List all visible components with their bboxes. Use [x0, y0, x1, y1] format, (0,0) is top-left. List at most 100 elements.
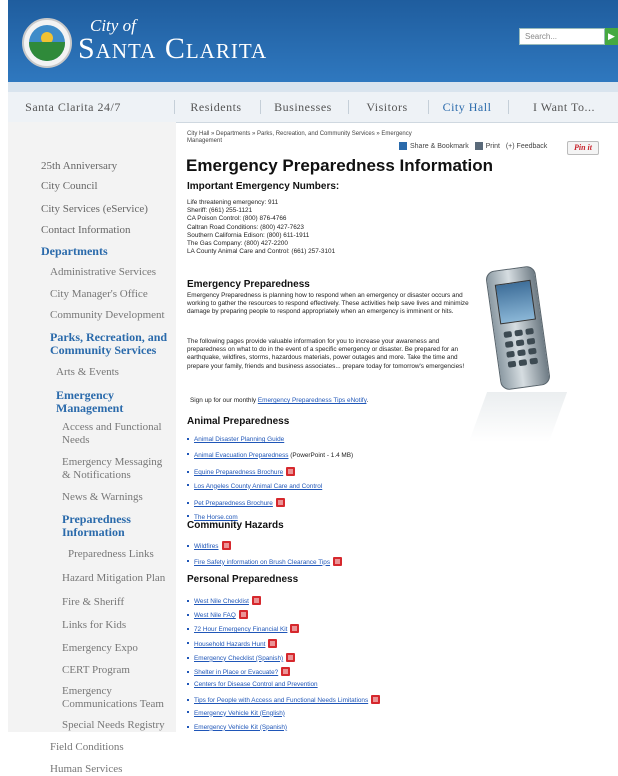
pdf-icon: [221, 541, 231, 550]
nav-i-want-to[interactable]: I Want To...: [510, 92, 618, 122]
search-go-button[interactable]: ▶: [605, 28, 618, 45]
sidebar-item-emergency-expo[interactable]: Emergency Expo: [62, 642, 138, 655]
personal-item: 72 Hour Emergency Financial Kit: [187, 624, 300, 634]
share-icon: [399, 142, 407, 150]
nav-city-hall[interactable]: City Hall: [430, 92, 504, 122]
sidebar-item-city-council[interactable]: City Council: [41, 180, 98, 193]
nav-businesses[interactable]: Businesses: [262, 92, 344, 122]
personal-link[interactable]: 72 Hour Emergency Financial Kit: [194, 626, 287, 633]
sidebar-item-administrative-services[interactable]: Administrative Services: [50, 266, 156, 279]
search-input[interactable]: Search...: [519, 28, 605, 45]
enotify-link[interactable]: Emergency Preparedness Tips eNotify: [258, 397, 367, 404]
animal-link[interactable]: Los Angeles County Animal Care and Contr…: [194, 483, 322, 490]
sidebar-item-hazard-mitigation-plan[interactable]: Hazard Mitigation Plan: [62, 572, 165, 585]
bullet-icon: [187, 683, 189, 685]
hazards-heading: Community Hazards: [187, 520, 284, 531]
animal-link[interactable]: Equine Preparedness Brochure: [194, 469, 283, 476]
signup-line: Sign up for our monthly Emergency Prepar…: [190, 397, 369, 404]
pdf-icon: [286, 652, 296, 662]
animal-link[interactable]: Pet Preparedness Brochure: [194, 500, 273, 507]
sidebar-item-fire-sheriff[interactable]: Fire & Sheriff: [62, 596, 124, 609]
animal-item: Equine Preparedness Brochure: [187, 467, 296, 476]
personal-link[interactable]: Shelter in Place or Evacuate?: [194, 669, 278, 676]
sidebar-item-emergency-messaging[interactable]: Emergency Messaging & Notifications: [62, 456, 172, 482]
personal-item: West Nile Checklist: [187, 596, 261, 605]
animal-item: Los Angeles County Animal Care and Contr…: [187, 483, 322, 490]
bullet-icon: [187, 437, 189, 440]
print-link[interactable]: Print: [486, 143, 500, 150]
pdf-icon: [333, 556, 343, 566]
sidebar-item-city-services[interactable]: City Services (eService): [41, 203, 148, 216]
sidebar-item-links-for-kids[interactable]: Links for Kids: [62, 619, 126, 632]
personal-link[interactable]: Centers for Disease Control and Preventi…: [194, 681, 318, 688]
sidebar-item-community-development[interactable]: Community Development: [50, 309, 165, 322]
pdf-icon: [290, 624, 300, 634]
personal-link[interactable]: Emergency Checklist (Spanish): [194, 655, 283, 662]
bullet-icon: [187, 515, 189, 518]
bullet-icon: [187, 711, 189, 714]
personal-link[interactable]: West Nile FAQ: [194, 612, 236, 619]
nav-visitors[interactable]: Visitors: [350, 92, 424, 122]
nav-santa-clarita-247[interactable]: Santa Clarita 24/7: [8, 92, 138, 122]
bullet-icon: [187, 656, 189, 659]
sidebar-item-emergency-management[interactable]: Emergency Management: [56, 389, 156, 415]
personal-item: Emergency Vehicle Kit (Spanish): [187, 724, 287, 731]
pinit-button[interactable]: Pin it: [567, 141, 599, 155]
personal-heading: Personal Preparedness: [187, 574, 299, 585]
sidebar-item-departments[interactable]: Departments: [41, 245, 108, 258]
sidebar-item-human-services[interactable]: Human Services: [50, 763, 122, 776]
prep-heading: Emergency Preparedness: [187, 279, 310, 290]
bullet-icon: [187, 560, 189, 563]
pdf-icon: [268, 638, 278, 648]
sidebar-item-preparedness-information[interactable]: Preparedness Information: [62, 513, 152, 539]
sidebar-item-contact-information[interactable]: Contact Information: [41, 224, 131, 237]
breadcrumb[interactable]: City Hall » Departments » Parks, Recreat…: [187, 131, 417, 145]
personal-link[interactable]: Emergency Vehicle Kit (English): [194, 710, 285, 717]
animal-link[interactable]: Animal Evacuation Preparedness: [194, 452, 289, 459]
pdf-icon: [281, 667, 291, 676]
pdf-icon: [286, 467, 296, 476]
bullet-icon: [187, 501, 189, 504]
bullet-icon: [187, 544, 189, 547]
sidebar-item-emergency-communications-team[interactable]: Emergency Communications Team: [62, 685, 170, 711]
sidebar-item-parks-recreation[interactable]: Parks, Recreation, and Community Service…: [50, 331, 170, 357]
feedback-link[interactable]: (+) Feedback: [506, 143, 547, 150]
bullet-icon: [187, 670, 189, 673]
sidebar-item-arts-events[interactable]: Arts & Events: [56, 366, 119, 379]
cell-phone-image: [484, 265, 552, 391]
city-seal-logo[interactable]: [22, 18, 72, 68]
prep-paragraph-2: The following pages provide valuable inf…: [187, 338, 465, 370]
bullet-icon: [187, 642, 189, 645]
animal-item: Animal Disaster Planning Guide: [187, 436, 284, 443]
sidebar-item-25th-anniversary[interactable]: 25th Anniversary: [41, 160, 117, 173]
hazard-link[interactable]: Fire Safety information on Brush Clearan…: [194, 559, 330, 566]
hazard-item: Fire Safety information on Brush Clearan…: [187, 556, 343, 566]
animal-note: (PowerPoint - 1.4 MB): [288, 451, 354, 459]
sidebar-item-news-warnings[interactable]: News & Warnings: [62, 491, 143, 504]
bullet-icon: [187, 614, 189, 616]
personal-link[interactable]: West Nile Checklist: [194, 598, 249, 605]
sidebar-item-preparedness-links[interactable]: Preparedness Links: [68, 548, 154, 561]
page-tools: Share & Bookmark Print (+) Feedback: [399, 142, 547, 150]
personal-item: Household Hazards Hunt: [187, 638, 278, 648]
sidebar-item-city-managers-office[interactable]: City Manager's Office: [50, 288, 148, 301]
sidebar-item-special-needs-registry[interactable]: Special Needs Registry: [62, 719, 165, 732]
animal-item: Pet Preparedness Brochure: [187, 498, 285, 507]
prep-paragraph-1: Emergency Preparedness is planning how t…: [187, 292, 469, 316]
hazard-link[interactable]: Wildfires: [194, 543, 219, 550]
sidebar-item-cert-program[interactable]: CERT Program: [62, 664, 130, 677]
personal-link[interactable]: Tips for People with Access and Function…: [194, 697, 368, 704]
pdf-icon: [371, 695, 381, 705]
logo-city-name[interactable]: Santa Clarita: [78, 32, 267, 66]
emergency-numbers: Life threatening emergency: 911 Sheriff:…: [187, 199, 336, 256]
main-nav: Santa Clarita 24/7 Residents Businesses …: [8, 92, 618, 123]
share-bookmark-link[interactable]: Share & Bookmark: [410, 143, 469, 150]
personal-link[interactable]: Emergency Vehicle Kit (Spanish): [194, 724, 287, 731]
sidebar-item-access-functional-needs[interactable]: Access and Functional Needs: [62, 421, 166, 447]
phone-reflection: [468, 392, 568, 442]
animal-link[interactable]: Animal Disaster Planning Guide: [194, 436, 284, 443]
personal-link[interactable]: Household Hazards Hunt: [194, 641, 265, 648]
nav-residents[interactable]: Residents: [176, 92, 256, 122]
bullet-icon: [187, 699, 189, 702]
sidebar-item-field-conditions[interactable]: Field Conditions: [50, 741, 124, 754]
